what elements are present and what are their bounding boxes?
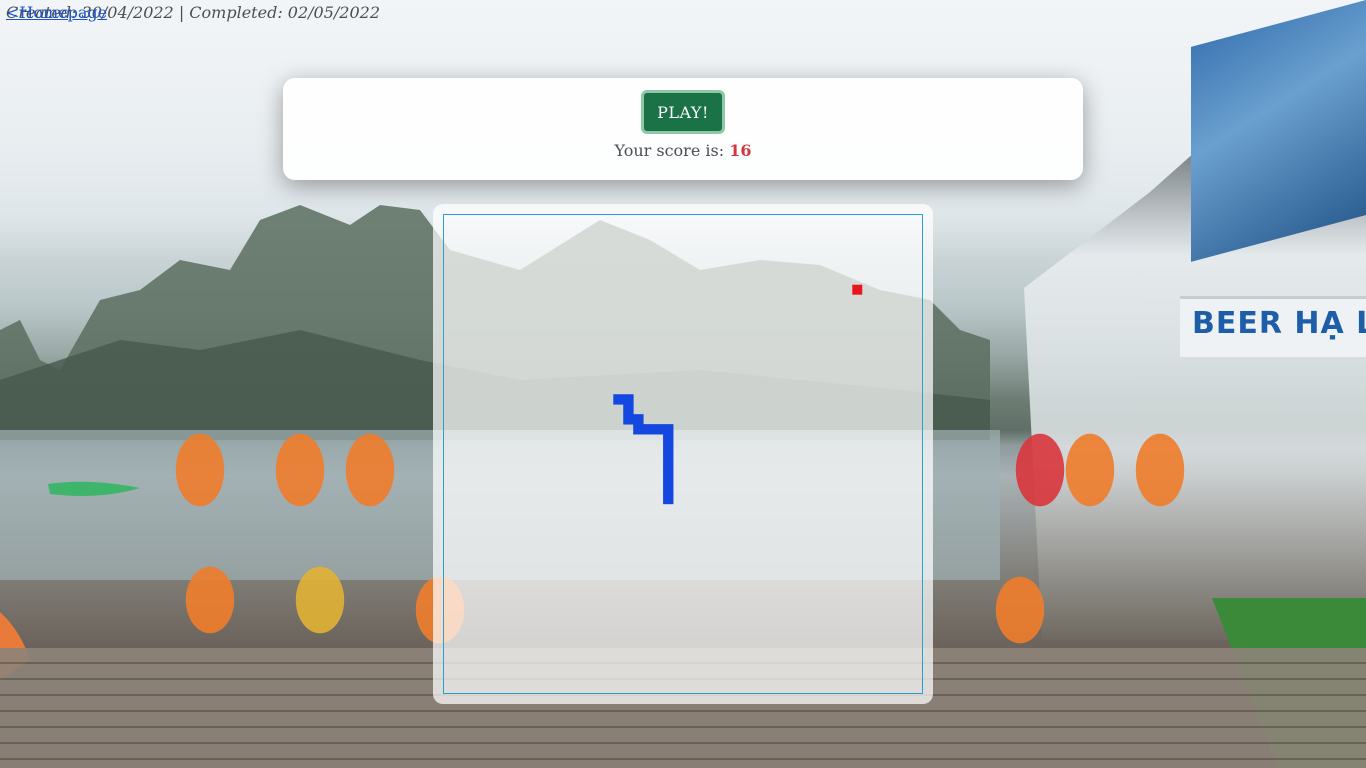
food-pellet — [852, 284, 863, 295]
score-line: Your score is: 16 — [283, 141, 1083, 160]
game-panel — [433, 204, 933, 704]
score-value: 16 — [729, 141, 752, 160]
snake-segment — [663, 454, 674, 465]
snake-segment — [663, 434, 674, 445]
score-label: Your score is: — [614, 141, 730, 160]
shop-sign-text: BEER HẠ L — [1192, 306, 1366, 341]
snake-segment — [663, 424, 674, 435]
snake-board-canvas — [613, 284, 863, 505]
snake-segment — [623, 414, 634, 425]
play-button[interactable]: PLAY! — [641, 90, 725, 134]
snake-segment — [623, 404, 634, 415]
homepage-link[interactable]: <Homepage — [6, 3, 107, 22]
snake-segment — [663, 444, 674, 455]
snake-segment — [643, 424, 654, 435]
control-panel: PLAY! Your score is: 16 — [283, 78, 1083, 180]
snake-segment — [623, 394, 634, 405]
snake-segment — [653, 424, 664, 435]
game-board[interactable] — [443, 214, 923, 694]
snake-segment — [663, 473, 674, 485]
snake-segment — [663, 463, 674, 475]
snake-segment — [663, 493, 674, 505]
snake-segment — [663, 483, 674, 495]
top-line: Created: 30/04/2022 | Completed: 02/05/2… — [6, 3, 476, 25]
snake-segment — [633, 414, 644, 425]
snake-segment — [633, 424, 644, 435]
snake-head — [613, 394, 624, 405]
